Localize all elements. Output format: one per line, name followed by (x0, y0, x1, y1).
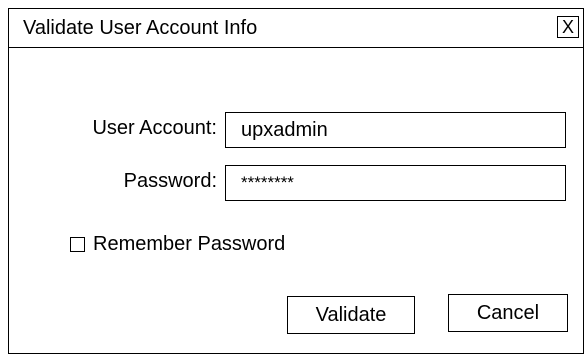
close-button[interactable]: X (557, 16, 579, 38)
cancel-button[interactable]: Cancel (448, 294, 568, 332)
title-bar: Validate User Account Info X (9, 9, 583, 48)
user-account-label: User Account: (92, 117, 217, 139)
password-input[interactable] (225, 165, 566, 201)
validate-account-dialog: Validate User Account Info X User Accoun… (8, 8, 584, 354)
remember-password-option[interactable]: Remember Password (70, 232, 285, 256)
remember-password-checkbox[interactable] (70, 236, 85, 252)
user-account-input[interactable] (225, 112, 566, 148)
remember-password-label: Remember Password (93, 233, 286, 255)
password-label: Password: (123, 170, 217, 192)
dialog-title: Validate User Account Info (23, 17, 258, 39)
validate-button[interactable]: Validate (287, 296, 415, 334)
